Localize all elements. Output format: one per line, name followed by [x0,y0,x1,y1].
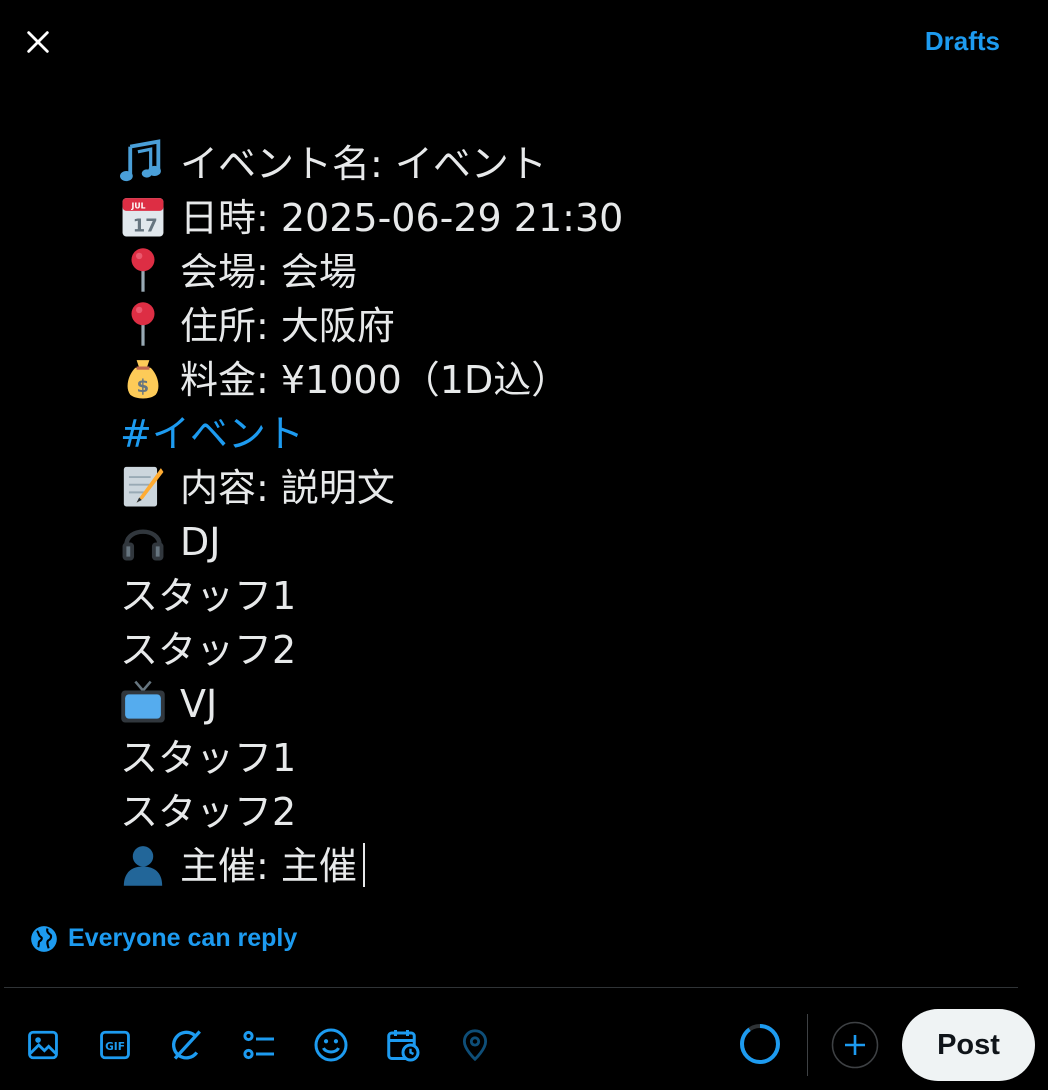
schedule-post-button[interactable] [382,1022,424,1068]
toolbar-separator [807,1014,808,1076]
television-icon [121,680,165,723]
musical-notes-icon [120,139,161,182]
post-text-editor[interactable]: イベント名: イベント JUL 17 日時: 2025-06-29 21:30 … [120,137,1000,893]
round-pushpin-icon [131,248,155,292]
svg-text:17: 17 [133,215,158,236]
composer-line-dj: DJ [120,515,1000,569]
grok-icon [171,1030,201,1060]
composer-line-event-name: イベント名: イベント [120,137,1000,191]
svg-text:GIF: GIF [105,1040,125,1053]
add-emoji-button[interactable] [310,1022,352,1068]
composer-line-address: 住所: 大阪府 [120,299,1000,353]
emoji-icon [314,1028,348,1062]
text-caret [362,843,365,887]
composer-line-vj: VJ [120,677,1000,731]
character-count-progress [740,1024,780,1064]
composer-toolbar: GIF [22,1022,526,1068]
composer-line-datetime: JUL 17 日時: 2025-06-29 21:30 [120,191,1000,245]
gif-icon: GIF [100,1030,130,1060]
add-poll-button[interactable] [238,1022,280,1068]
hashtag-link[interactable]: #イベント [120,407,1000,461]
close-icon [27,31,49,53]
location-icon [462,1029,488,1062]
schedule-icon [387,1030,420,1062]
add-gif-button[interactable]: GIF [94,1022,136,1068]
headphone-icon [122,529,164,561]
memo-icon [123,466,164,507]
calendar-icon: JUL 17 [122,198,164,237]
image-icon [28,1030,58,1060]
add-post-button[interactable] [831,1021,879,1069]
toolbar-divider [4,987,1018,988]
close-button[interactable] [18,22,58,62]
reply-setting-button[interactable]: Everyone can reply [30,924,297,953]
tag-location-button[interactable] [454,1022,496,1068]
composer-line-vj-staff-1: スタッフ1 [120,736,297,780]
grok-button[interactable] [166,1022,208,1068]
money-bag-icon: $ [127,360,159,399]
composer-line-organizer: 主催: 主催 [120,839,1000,893]
reply-setting-label: Everyone can reply [68,924,298,952]
composer-line-venue: 会場: 会場 [120,245,1000,299]
poll-icon [243,1030,274,1060]
composer-line-description: 内容: 説明文 [120,461,1000,515]
svg-text:JUL: JUL [131,201,146,210]
composer-line-dj-staff-2: スタッフ2 [120,628,297,672]
composer-line-dj-staff-1: スタッフ1 [120,574,297,618]
drafts-link[interactable]: Drafts [925,26,1000,57]
round-pushpin-icon [131,302,155,346]
svg-text:$: $ [137,376,149,397]
add-media-button[interactable] [22,1022,64,1068]
post-button[interactable]: Post [902,1009,1035,1081]
bust-silhouette-icon [123,846,163,886]
composer-line-vj-staff-2: スタッフ2 [120,790,297,834]
composer-line-fee: $ 料金: ¥1000（1D込） [120,353,1000,407]
globe-icon [31,925,57,952]
